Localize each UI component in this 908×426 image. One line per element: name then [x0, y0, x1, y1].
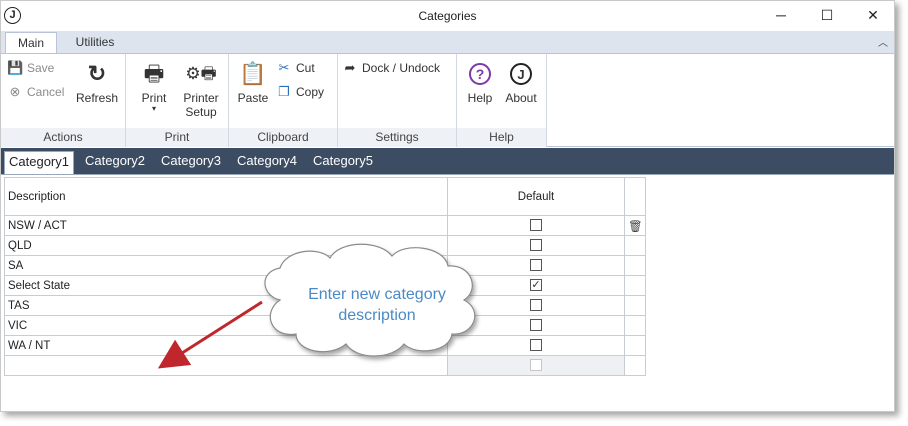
- title-bar: J Categories ─ ☐ ✕: [1, 1, 894, 31]
- new-row[interactable]: [4, 355, 646, 376]
- group-help: ? Help J About Help: [457, 54, 547, 147]
- printer-icon: 🖶: [143, 61, 165, 86]
- default-checkbox[interactable]: ✓: [530, 279, 542, 292]
- description-cell[interactable]: NSW / ACT: [4, 215, 448, 236]
- column-header-actions: [624, 177, 646, 216]
- ribbon: 💾 Save ⊗ Cancel ↻ Refresh Actions 🖶 Print …: [1, 53, 894, 147]
- table-row[interactable]: SA: [4, 255, 646, 276]
- default-cell[interactable]: [447, 315, 625, 336]
- column-header-default[interactable]: Default: [447, 177, 625, 216]
- column-header-description[interactable]: Description: [4, 177, 448, 216]
- group-label-help: Help: [457, 128, 546, 147]
- row-action-cell: [624, 275, 646, 296]
- default-cell[interactable]: [447, 215, 625, 236]
- group-clipboard: 📋 Paste ✂ Cut ❐ Copy Clipboard: [229, 54, 338, 147]
- default-checkbox[interactable]: [530, 239, 542, 252]
- default-checkbox[interactable]: [530, 339, 542, 352]
- group-label-print: Print: [126, 128, 228, 147]
- group-label-clipboard: Clipboard: [229, 128, 337, 147]
- new-default-cell[interactable]: [447, 355, 625, 376]
- close-button[interactable]: ✕: [850, 1, 894, 29]
- copy-icon: ❐: [278, 84, 290, 99]
- trash-icon: 🗑: [628, 220, 643, 233]
- categories-window: J Categories ─ ☐ ✕ Main Utilities ︿ 💾 Sav…: [0, 0, 895, 412]
- dropdown-arrow-icon: ▾: [151, 104, 156, 113]
- tab-utilities[interactable]: Utilities: [67, 32, 123, 54]
- group-label-settings: Settings: [338, 128, 456, 147]
- categories-grid: Description Default NSW / ACT 🗑 QLD SA S…: [4, 177, 646, 376]
- row-action-cell: [624, 235, 646, 256]
- ribbon-tab-bar: Main Utilities ︿: [1, 31, 894, 54]
- minimize-button[interactable]: ─: [758, 1, 804, 29]
- table-row[interactable]: NSW / ACT 🗑: [4, 215, 646, 236]
- row-action-cell: [624, 295, 646, 316]
- maximize-button[interactable]: ☐: [804, 1, 850, 29]
- description-cell[interactable]: SA: [4, 255, 448, 276]
- row-action-cell: [624, 335, 646, 356]
- help-icon: ?: [469, 63, 491, 85]
- default-cell[interactable]: ✓: [447, 275, 625, 296]
- default-cell[interactable]: [447, 295, 625, 316]
- callout-text: Enter new category description: [308, 286, 446, 324]
- cancel-button[interactable]: ⊗ Cancel: [7, 84, 65, 100]
- paste-button[interactable]: 📋 Paste: [235, 60, 271, 105]
- row-action-cell: [624, 315, 646, 336]
- table-row[interactable]: WA / NT: [4, 335, 646, 356]
- default-checkbox[interactable]: [530, 259, 542, 272]
- refresh-button[interactable]: ↻ Refresh: [76, 60, 118, 105]
- save-button[interactable]: 💾 Save: [7, 60, 54, 76]
- about-icon: J: [510, 63, 532, 85]
- delete-row-button[interactable]: 🗑: [624, 215, 646, 236]
- category-tab-bar: Category1 Category2 Category3 Category4 …: [1, 148, 894, 174]
- dock-undock-button[interactable]: ➦ Dock / Undock: [342, 60, 440, 76]
- tab-category3[interactable]: Category3: [157, 151, 225, 174]
- description-cell[interactable]: WA / NT: [4, 335, 448, 356]
- scissors-icon: ✂: [278, 60, 290, 75]
- group-actions: 💾 Save ⊗ Cancel ↻ Refresh Actions: [1, 54, 126, 147]
- save-icon: 💾: [7, 60, 24, 75]
- default-cell[interactable]: [447, 335, 625, 356]
- description-cell[interactable]: QLD: [4, 235, 448, 256]
- default-checkbox[interactable]: [530, 319, 542, 332]
- paste-icon: 📋: [239, 61, 267, 86]
- group-print: 🖶 Print ▾ ⚙🖶 Printer Setup Print: [126, 54, 229, 147]
- copy-button[interactable]: ❐ Copy: [276, 84, 324, 100]
- printer-setup-icon: ⚙🖶: [185, 64, 217, 83]
- row-action-cell: [624, 355, 646, 376]
- collapse-ribbon-icon[interactable]: ︿: [878, 34, 888, 49]
- dock-icon: ➦: [344, 60, 356, 75]
- default-cell[interactable]: [447, 255, 625, 276]
- print-button[interactable]: 🖶 Print ▾: [136, 60, 172, 113]
- group-label-actions: Actions: [1, 128, 125, 147]
- printer-setup-button[interactable]: ⚙🖶 Printer Setup: [178, 60, 224, 119]
- cancel-icon: ⊗: [9, 84, 21, 99]
- default-cell[interactable]: [447, 235, 625, 256]
- tab-category4[interactable]: Category4: [233, 151, 301, 174]
- cut-button[interactable]: ✂ Cut: [276, 60, 315, 76]
- new-default-checkbox[interactable]: [530, 359, 542, 372]
- help-button[interactable]: ? Help: [465, 60, 495, 105]
- default-checkbox[interactable]: [530, 219, 542, 232]
- default-checkbox[interactable]: [530, 299, 542, 312]
- tab-category5[interactable]: Category5: [309, 151, 377, 174]
- new-description-input[interactable]: [4, 355, 448, 376]
- refresh-icon: ↻: [87, 61, 107, 86]
- row-action-cell: [624, 255, 646, 276]
- table-row[interactable]: QLD: [4, 235, 646, 256]
- tab-category2[interactable]: Category2: [81, 151, 149, 174]
- tab-category1[interactable]: Category1: [4, 151, 74, 174]
- group-settings: ➦ Dock / Undock Settings: [338, 54, 457, 147]
- about-button[interactable]: J About: [501, 60, 541, 105]
- tab-main[interactable]: Main: [5, 32, 57, 54]
